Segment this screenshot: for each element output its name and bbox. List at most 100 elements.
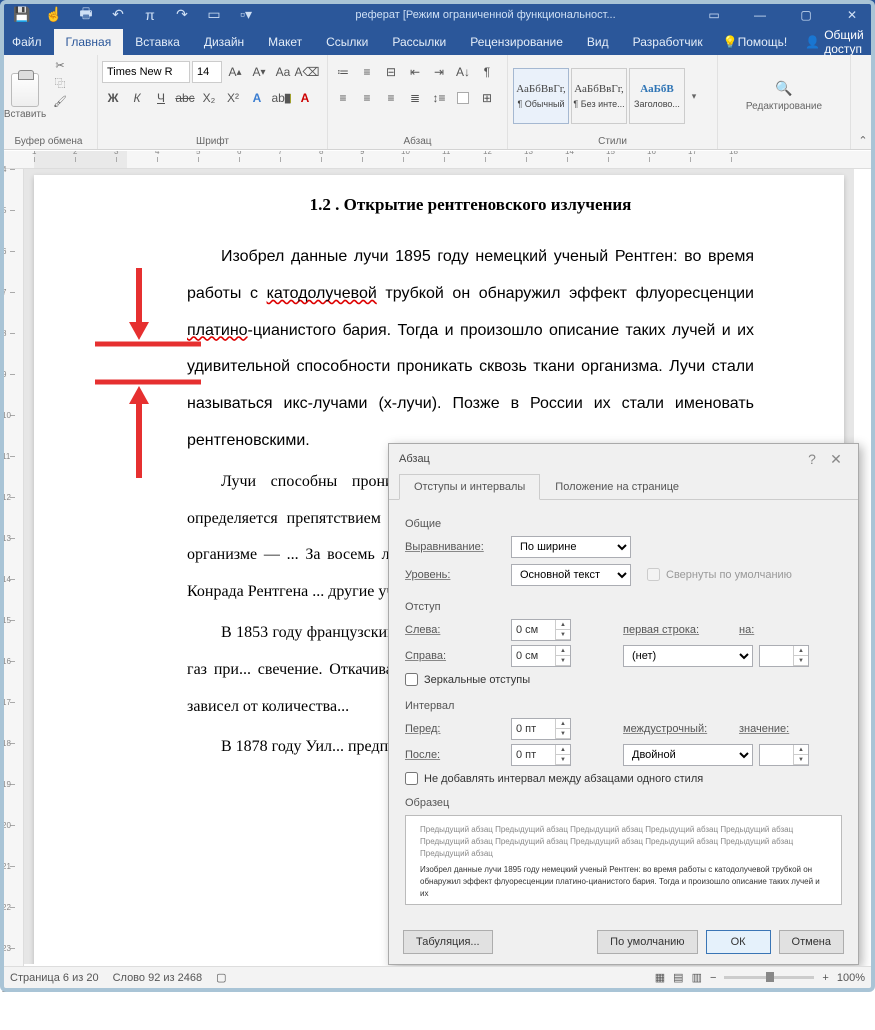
word-count[interactable]: Слово 92 из 2468 [113,972,203,984]
line-spacing-at-input[interactable]: ▲▼ [759,744,809,766]
highlight-icon[interactable]: ab█ [270,87,292,109]
tab-file[interactable]: Файл [0,29,54,55]
close-icon[interactable]: ✕ [829,0,875,29]
close-dialog-icon[interactable]: ✕ [824,451,848,468]
cancel-button[interactable]: Отмена [779,930,844,954]
indent-inc-icon[interactable]: ⇥ [428,61,450,83]
bold-icon[interactable]: Ж [102,87,124,109]
styles-more-icon[interactable]: ▾ [686,68,702,124]
tab-mailings[interactable]: Рассылки [380,29,458,55]
tab-references[interactable]: Ссылки [314,29,380,55]
maximize-icon[interactable]: ▢ [783,0,829,29]
indent-left-input[interactable]: 0 см▲▼ [511,619,571,641]
help-icon[interactable]: ? [800,451,824,467]
clear-format-icon[interactable]: A⌫ [296,61,318,83]
indent-dec-icon[interactable]: ⇤ [404,61,426,83]
tab-view[interactable]: Вид [575,29,621,55]
show-marks-icon[interactable]: ¶ [476,61,498,83]
read-mode-icon[interactable]: ▦ [655,971,665,984]
align-left-icon[interactable]: ≡ [332,87,354,109]
paste-button[interactable]: Вставить [4,57,46,135]
web-layout-icon[interactable]: ▥ [692,971,702,984]
tab-developer[interactable]: Разработчик [621,29,715,55]
dialog-tab-pageflow[interactable]: Положение на странице [540,474,694,499]
mirror-indents-checkbox[interactable] [405,673,418,686]
spell-check-icon[interactable]: ▢ [216,971,226,984]
style-heading[interactable]: АаБбВЗаголово... [629,68,685,124]
font-name-input[interactable] [102,61,190,83]
undo-icon[interactable]: ↶ [104,3,132,27]
italic-icon[interactable]: К [126,87,148,109]
tell-me[interactable]: 💡 Помощь! [715,29,796,55]
format-painter-icon[interactable]: 🖌 [50,93,70,109]
new-icon[interactable]: ▫▾ [232,3,260,27]
align-center-icon[interactable]: ≡ [356,87,378,109]
horizontal-ruler[interactable]: 123456789101112131415161718 [0,151,875,169]
font-color-icon[interactable]: A [294,87,316,109]
change-case-icon[interactable]: Aa [272,61,294,83]
find-icon[interactable]: 🔍 [775,80,792,97]
page-setup-icon[interactable]: ▭ [200,3,228,27]
zoom-in-icon[interactable]: + [822,972,828,984]
indent-right-input[interactable]: 0 см▲▼ [511,645,571,667]
justify-icon[interactable]: ≣ [404,87,426,109]
vertical-ruler[interactable]: 456789101112131415161718192021222324 [0,169,24,969]
zoom-slider[interactable] [724,976,814,979]
tab-review[interactable]: Рецензирование [458,29,575,55]
shrink-font-icon[interactable]: A▾ [248,61,270,83]
tab-home[interactable]: Главная [54,29,124,55]
ribbon-opts-icon[interactable]: ▭ [691,0,737,29]
text-effects-icon[interactable]: A [246,87,268,109]
tab-layout[interactable]: Макет [256,29,314,55]
group-styles: Стили [512,135,713,148]
zoom-out-icon[interactable]: − [710,972,716,984]
grow-font-icon[interactable]: A▴ [224,61,246,83]
dialog-tab-indents[interactable]: Отступы и интервалы [399,474,540,500]
tab-design[interactable]: Дизайн [192,29,256,55]
borders-icon[interactable]: ⊞ [476,87,498,109]
first-line-by-input[interactable]: ▲▼ [759,645,809,667]
no-add-space-checkbox[interactable] [405,772,418,785]
superscript-icon[interactable]: X² [222,87,244,109]
underline-icon[interactable]: Ч [150,87,172,109]
copy-icon[interactable]: ⿻ [50,75,70,91]
save-icon[interactable]: 💾 [8,3,36,27]
subscript-icon[interactable]: X₂ [198,87,220,109]
style-nospacing[interactable]: АаБбВвГг,¶ Без инте... [571,68,627,124]
outline-level-select[interactable]: Основной текст [511,564,631,586]
cut-icon[interactable]: ✂ [50,57,70,73]
zoom-level[interactable]: 100% [837,972,865,984]
strike-icon[interactable]: abc [174,87,196,109]
bullets-icon[interactable]: ≔ [332,61,354,83]
tabs-button[interactable]: Табуляция... [403,930,493,954]
print-icon[interactable]: 🖶 [72,3,100,27]
tab-insert[interactable]: Вставка [123,29,192,55]
line-spacing-icon[interactable]: ↕≡ [428,87,450,109]
touch-mode-icon[interactable]: ☝ [40,3,68,27]
group-paragraph: Абзац [332,135,503,148]
multilevel-icon[interactable]: ⊟ [380,61,402,83]
numbering-icon[interactable]: ≡ [356,61,378,83]
align-right-icon[interactable]: ≡ [380,87,402,109]
space-after-input[interactable]: 0 пт▲▼ [511,744,571,766]
shading-icon[interactable] [452,87,474,109]
page-number[interactable]: Страница 6 из 20 [10,972,99,984]
default-button[interactable]: По умолчанию [597,930,697,954]
clipboard-icon [11,73,39,107]
paragraph-dialog: Абзац ? ✕ Отступы и интервалы Положение … [388,443,859,965]
pi-icon[interactable]: π [136,3,164,27]
line-spacing-select[interactable]: Двойной [623,744,753,766]
sort-icon[interactable]: A↓ [452,61,474,83]
alignment-select[interactable]: По ширине [511,536,631,558]
print-layout-icon[interactable]: ▤ [673,971,683,984]
minimize-icon[interactable]: — [737,0,783,29]
space-before-input[interactable]: 0 пт▲▼ [511,718,571,740]
style-normal[interactable]: АаБбВвГг,¶ Обычный [513,68,569,124]
first-line-select[interactable]: (нет) [623,645,753,667]
group-clipboard: Буфер обмена [4,135,93,148]
font-size-input[interactable] [192,61,222,83]
redo-icon[interactable]: ↷ [168,3,196,27]
share-button[interactable]: 👤 Общий доступ [795,29,875,55]
collapse-ribbon-icon[interactable]: ⌃ [851,55,875,149]
ok-button[interactable]: ОК [706,930,771,954]
